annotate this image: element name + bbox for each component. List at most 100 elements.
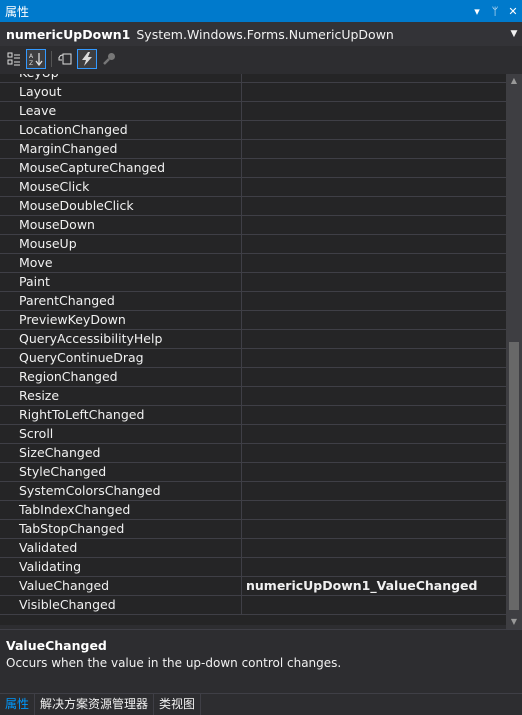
close-icon[interactable]: ✕ <box>504 5 522 18</box>
event-handler-value[interactable] <box>242 330 506 348</box>
property-row[interactable]: MouseDown <box>0 216 506 235</box>
event-handler-value[interactable] <box>242 159 506 177</box>
event-name: QueryContinueDrag <box>0 349 242 367</box>
event-handler-value[interactable] <box>242 83 506 101</box>
property-row[interactable]: StyleChanged <box>0 463 506 482</box>
event-name: Layout <box>0 83 242 101</box>
property-row[interactable]: Scroll <box>0 425 506 444</box>
events-button[interactable] <box>77 49 97 69</box>
property-row[interactable]: MouseClick <box>0 178 506 197</box>
property-row[interactable]: Paint <box>0 273 506 292</box>
event-handler-value[interactable] <box>242 349 506 367</box>
property-row[interactable]: MouseDoubleClick <box>0 197 506 216</box>
event-handler-value[interactable] <box>242 140 506 158</box>
property-row[interactable]: LocationChanged <box>0 121 506 140</box>
property-row[interactable]: Move <box>0 254 506 273</box>
event-handler-value[interactable] <box>242 368 506 386</box>
property-row[interactable]: Layout <box>0 83 506 102</box>
event-name: RegionChanged <box>0 368 242 386</box>
event-handler-value[interactable] <box>242 178 506 196</box>
wrench-icon <box>103 53 115 65</box>
event-handler-value[interactable] <box>242 539 506 557</box>
event-handler-value[interactable] <box>242 406 506 424</box>
property-row[interactable]: RegionChanged <box>0 368 506 387</box>
event-handler-value[interactable] <box>242 292 506 310</box>
property-row[interactable]: SystemColorsChanged <box>0 482 506 501</box>
property-row[interactable]: MouseUp <box>0 235 506 254</box>
tab-1[interactable]: 解决方案资源管理器 <box>35 694 155 715</box>
event-handler-value[interactable] <box>242 121 506 139</box>
property-row[interactable]: VisibleChanged <box>0 596 506 615</box>
event-handler-value[interactable] <box>242 235 506 253</box>
event-handler-value[interactable] <box>242 102 506 120</box>
event-handler-value[interactable] <box>242 463 506 481</box>
event-handler-value[interactable] <box>242 216 506 234</box>
property-row[interactable]: Resize <box>0 387 506 406</box>
property-row[interactable]: RightToLeftChanged <box>0 406 506 425</box>
property-pages-icon <box>58 53 72 65</box>
property-row[interactable]: QueryContinueDrag <box>0 349 506 368</box>
event-name: TabIndexChanged <box>0 501 242 519</box>
event-name: PreviewKeyDown <box>0 311 242 329</box>
event-handler-value[interactable] <box>242 387 506 405</box>
event-name: LocationChanged <box>0 121 242 139</box>
event-handler-value[interactable] <box>242 482 506 500</box>
categorized-button[interactable] <box>4 49 24 69</box>
event-handler-value[interactable] <box>242 311 506 329</box>
event-name: SizeChanged <box>0 444 242 462</box>
event-handler-value[interactable] <box>242 254 506 272</box>
selected-object-name: numericUpDown1 <box>6 26 131 42</box>
wrench-button[interactable] <box>99 49 119 69</box>
event-handler-value[interactable] <box>242 596 506 614</box>
scrollbar-thumb[interactable] <box>509 342 519 610</box>
alphabetical-button[interactable]: A Z <box>26 49 46 69</box>
property-pages-button[interactable] <box>55 49 75 69</box>
sort-alphabetical-icon: A Z <box>29 53 43 66</box>
dropdown-icon[interactable]: ▾ <box>468 5 486 18</box>
event-handler-value[interactable] <box>242 425 506 443</box>
event-handler-value[interactable] <box>242 501 506 519</box>
tab-2[interactable]: 类视图 <box>154 694 202 715</box>
property-row[interactable]: Validated <box>0 539 506 558</box>
property-row[interactable]: ParentChanged <box>0 292 506 311</box>
property-row[interactable]: Leave <box>0 102 506 121</box>
selected-object-type: System.Windows.Forms.NumericUpDown <box>136 26 394 42</box>
pin-icon[interactable]: ᛘ <box>486 5 504 18</box>
property-row[interactable]: KeyUp <box>0 74 506 83</box>
tab-0[interactable]: 属性 <box>0 694 36 715</box>
chevron-down-icon[interactable]: ▼ <box>506 29 522 39</box>
property-row[interactable]: QueryAccessibilityHelp <box>0 330 506 349</box>
property-row[interactable]: MarginChanged <box>0 140 506 159</box>
property-row[interactable]: TabStopChanged <box>0 520 506 539</box>
property-row[interactable]: Validating <box>0 558 506 577</box>
object-selector[interactable]: numericUpDown1 System.Windows.Forms.Nume… <box>0 22 522 47</box>
title-bar: 属性 ▾ ᛘ ✕ <box>0 0 522 22</box>
event-name: QueryAccessibilityHelp <box>0 330 242 348</box>
event-name: ParentChanged <box>0 292 242 310</box>
property-row[interactable]: TabIndexChanged <box>0 501 506 520</box>
event-name: Validating <box>0 558 242 576</box>
scroll-down-icon[interactable]: ▼ <box>506 615 522 629</box>
property-row[interactable]: PreviewKeyDown <box>0 311 506 330</box>
event-handler-value[interactable] <box>242 558 506 576</box>
scroll-up-icon[interactable]: ▲ <box>506 74 522 88</box>
event-handler-value[interactable] <box>242 444 506 462</box>
event-handler-value[interactable] <box>242 273 506 291</box>
property-row[interactable]: MouseCaptureChanged <box>0 159 506 178</box>
event-name: ValueChanged <box>0 577 242 595</box>
description-pane: ValueChanged Occurs when the value in th… <box>0 629 522 691</box>
event-name: MouseUp <box>0 235 242 253</box>
vertical-scrollbar[interactable]: ▲ ▼ <box>506 74 522 629</box>
event-name: StyleChanged <box>0 463 242 481</box>
event-handler-value[interactable] <box>242 197 506 215</box>
event-name: Validated <box>0 539 242 557</box>
property-row[interactable]: SizeChanged <box>0 444 506 463</box>
event-name: RightToLeftChanged <box>0 406 242 424</box>
event-handler-value[interactable] <box>242 74 506 82</box>
event-name: Leave <box>0 102 242 120</box>
property-row[interactable]: ValueChanged numericUpDown1_ValueChanged <box>0 577 506 596</box>
svg-text:Z: Z <box>29 60 33 66</box>
event-handler-value[interactable] <box>242 520 506 538</box>
event-handler-value[interactable]: numericUpDown1_ValueChanged <box>242 577 506 595</box>
property-grid: KeyUpLayoutLeaveLocationChangedMarginCha… <box>0 74 506 625</box>
